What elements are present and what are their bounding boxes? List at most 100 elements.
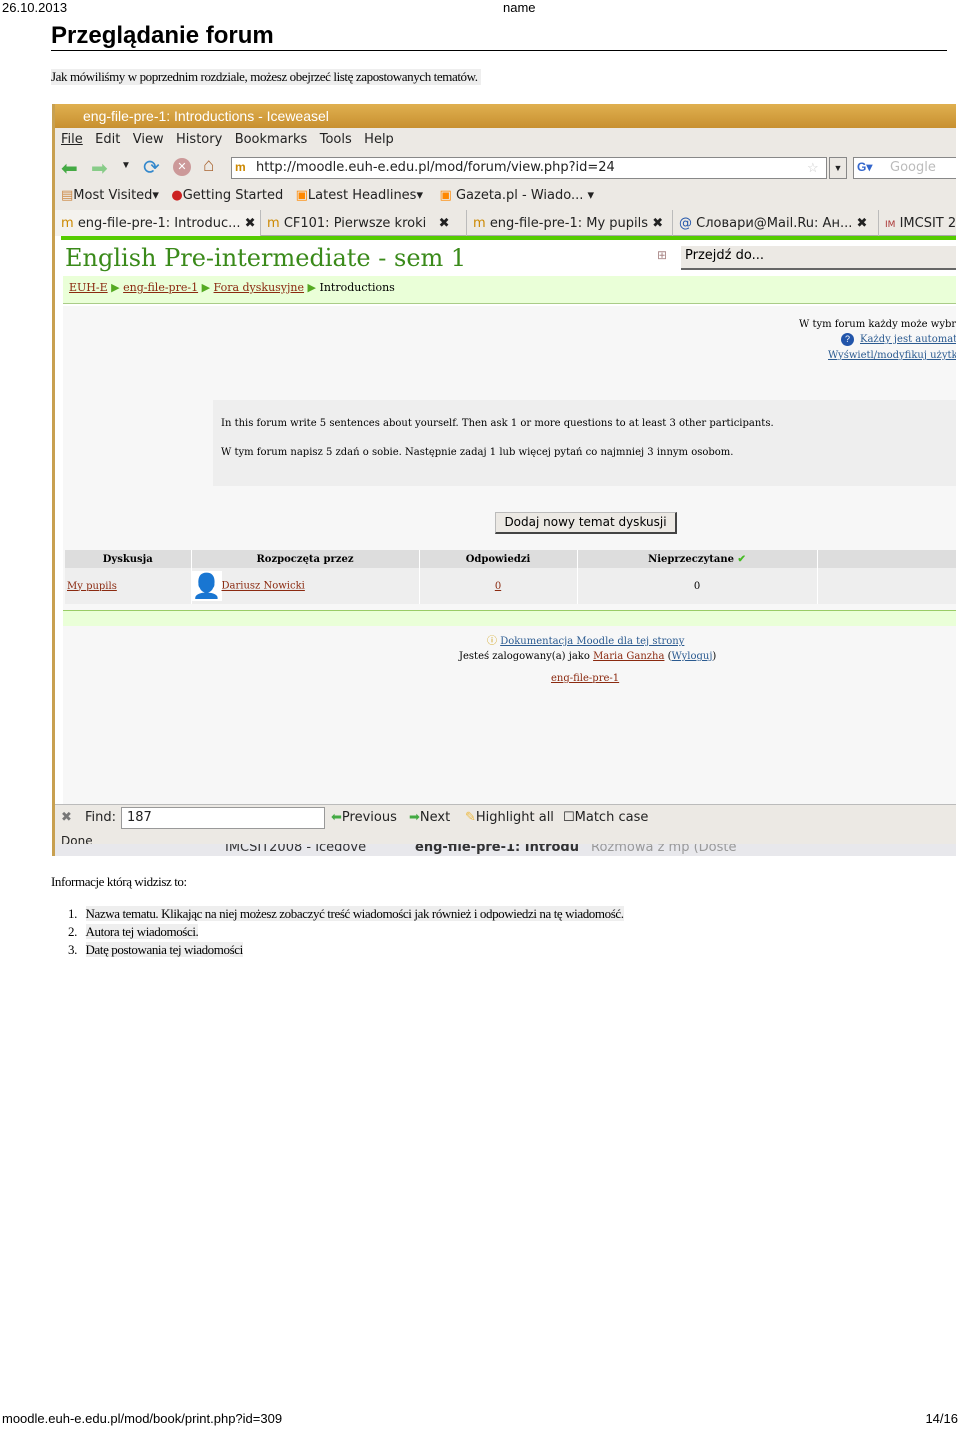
tab-cf101[interactable]: m CF101: Pierwsze kroki ✖ xyxy=(261,210,467,236)
folder-icon: ▤ xyxy=(61,188,74,203)
find-input[interactable]: 187 xyxy=(121,807,325,829)
logout-link[interactable]: Wyloguj xyxy=(672,651,713,662)
breadcrumb-euhe[interactable]: EUH-E xyxy=(69,281,108,294)
menu-help[interactable]: Help xyxy=(364,132,394,147)
arrow-icon: ▶ xyxy=(201,281,211,294)
menu-file[interactable]: File xyxy=(61,132,83,147)
breadcrumb-forums[interactable]: Fora dyskusyjne xyxy=(214,281,304,294)
close-tab-icon[interactable]: ✖ xyxy=(856,216,867,231)
tab-imcsit[interactable]: IM IMCSIT 2 xyxy=(879,210,956,236)
discussion-table: Dyskusja Rozpoczęta przez Odpowiedzi Nie… xyxy=(65,550,956,604)
arrow-icon: ▶ xyxy=(307,281,316,294)
info-icon: ⓘ xyxy=(487,636,497,647)
footer-course-link[interactable]: eng-file-pre-1 xyxy=(551,673,619,684)
at-icon: @ xyxy=(679,216,692,231)
history-dropdown-icon[interactable]: ▼ xyxy=(121,160,131,171)
match-case-checkbox[interactable]: ☐Match case xyxy=(563,810,648,825)
browser-screenshot: eng-file-pre-1: Introductions - Icewease… xyxy=(52,104,956,856)
rss-icon: ▣ xyxy=(295,188,308,203)
bookmark-gazeta[interactable]: Gazeta.pl - Wiado... xyxy=(456,188,583,203)
list-item: 2. Autora tej wiadomości. xyxy=(68,924,199,939)
logged-prefix: Jesteś zalogowany(a) jako xyxy=(459,651,590,662)
forward-icon[interactable]: ➡ xyxy=(91,156,108,181)
tab-label: Словари@Mail.Ru: Ан... xyxy=(696,216,853,231)
moodle-favicon: m xyxy=(473,216,486,231)
close-tab-icon[interactable]: ✖ xyxy=(652,216,663,231)
menu-tools[interactable]: Tools xyxy=(320,132,352,147)
jump-select[interactable]: Przejdź do... xyxy=(681,246,956,270)
url-dropdown-icon[interactable]: ▼ xyxy=(829,157,847,179)
arrow-left-icon: ⬅ xyxy=(331,810,342,825)
info-list: 1. Nazwa tematu. Klikając na niej możesz… xyxy=(68,905,624,959)
breadcrumb-course[interactable]: eng-file-pre-1 xyxy=(123,281,198,294)
discussion-link[interactable]: My pupils xyxy=(67,581,117,592)
empty-cell xyxy=(816,568,956,604)
moodle-favicon: m xyxy=(235,160,246,174)
breadcrumb: EUH-E ▶ eng-file-pre-1 ▶ Fora dyskusyjne… xyxy=(63,276,956,304)
menu-edit[interactable]: Edit xyxy=(95,132,120,147)
close-find-icon[interactable]: ✖ xyxy=(61,810,72,825)
menu-bookmarks[interactable]: Bookmarks xyxy=(235,132,308,147)
col-discussion[interactable]: Dyskusja xyxy=(65,550,191,568)
list-item: 1. Nazwa tematu. Klikając na niej możesz… xyxy=(68,906,624,921)
highlighter-icon: ✎ xyxy=(465,810,476,825)
url-text: http://moodle.euh-e.edu.pl/mod/forum/vie… xyxy=(256,160,615,175)
author-link[interactable]: Dariusz Nowicki xyxy=(222,581,305,592)
moodle-favicon: m xyxy=(267,216,280,231)
bookmark-star-icon[interactable]: ☆ xyxy=(807,160,819,176)
bookmark-getting-started[interactable]: Getting Started xyxy=(183,188,284,203)
find-previous-button[interactable]: ⬅Previous xyxy=(331,810,397,825)
url-bar[interactable]: http://moodle.euh-e.edu.pl/mod/forum/vie… xyxy=(231,157,827,179)
replies-link[interactable]: 0 xyxy=(495,581,501,592)
status-bar: Done xyxy=(55,832,956,844)
avatar[interactable]: 👤 xyxy=(191,571,222,601)
menu-view[interactable]: View xyxy=(133,132,164,147)
course-title: English Pre-intermediate - sem 1 xyxy=(65,244,467,272)
find-bar: ✖ Find: 187 ⬅Previous ➡Next ✎Highlight a… xyxy=(55,804,956,832)
reload-icon[interactable]: ⟳ xyxy=(143,155,160,180)
jump-label: Przejdź do... xyxy=(685,248,764,263)
google-engine-icon[interactable]: G▾ xyxy=(857,160,872,174)
find-next-button[interactable]: ➡Next xyxy=(409,810,450,825)
tab-label: eng-file-pre-1: My pupils xyxy=(489,216,649,231)
find-next-label: Next xyxy=(419,810,451,825)
stop-icon[interactable]: ✕ xyxy=(173,158,191,176)
highlight-all-button[interactable]: ✎Highlight all xyxy=(465,810,554,825)
bookmark-most-visited[interactable]: Most Visited xyxy=(73,188,152,203)
add-discussion-button[interactable]: Dodaj nowy temat dyskusji xyxy=(495,512,677,534)
subscription-auto-link[interactable]: Każdy jest automaty xyxy=(860,334,956,345)
menu-history[interactable]: History xyxy=(176,132,222,147)
tab-introductions[interactable]: m eng-file-pre-1: Introduc... ✖ xyxy=(55,210,261,236)
print-footer-url: moodle.euh-e.edu.pl/mod/book/print.php?i… xyxy=(2,1411,283,1426)
view-subscribers-link[interactable]: Wyświetl/modyfikuj użytko xyxy=(828,350,956,361)
close-tab-icon[interactable]: ✖ xyxy=(245,216,256,231)
col-replies[interactable]: Odpowiedzi xyxy=(418,550,577,568)
user-link[interactable]: Maria Ganzha xyxy=(593,651,664,662)
col-unread: Nieprzeczytane ✔ xyxy=(576,550,817,568)
breadcrumb-current: Introductions xyxy=(319,281,395,294)
tab-slovari[interactable]: @ Словари@Mail.Ru: Ан... ✖ xyxy=(673,210,879,236)
tab-my-pupils[interactable]: m eng-file-pre-1: My pupils ✖ xyxy=(467,210,673,236)
status-text: Done xyxy=(61,834,93,844)
list-item-text: Nazwa tematu. Klikając na niej możesz zo… xyxy=(85,906,624,921)
docs-link[interactable]: Dokumentacja Moodle dla tej strony xyxy=(500,636,684,647)
help-icon[interactable]: ? xyxy=(841,333,854,346)
search-placeholder: Google xyxy=(890,160,936,175)
col-empty xyxy=(816,550,956,568)
arrow-right-icon: ➡ xyxy=(409,810,420,825)
col-unread-label: Nieprzeczytane xyxy=(648,553,735,565)
bookmark-latest-headlines[interactable]: Latest Headlines xyxy=(308,188,417,203)
taskbar-chat[interactable]: Rozmowa z mp (Doste xyxy=(591,844,736,854)
print-page-number: 14/16 xyxy=(925,1411,958,1426)
home-icon[interactable]: ⌂ xyxy=(203,155,214,177)
taskbar-iceweasel[interactable]: eng-file-pre-1: Introdu xyxy=(415,844,579,854)
green-strip xyxy=(61,236,956,240)
title-rule xyxy=(51,50,947,51)
close-tab-icon[interactable]: ✖ xyxy=(439,216,450,231)
taskbar-icedove[interactable]: IMCSIT2008 - Icedove xyxy=(225,844,366,854)
forum-intro-box: In this forum write 5 sentences about yo… xyxy=(213,400,956,486)
firefox-icon: ● xyxy=(171,188,183,203)
list-item: 3. Datę postowania tej wiadomości xyxy=(68,942,243,957)
arrow-icon: ▶ xyxy=(111,281,120,294)
back-icon[interactable]: ⬅ xyxy=(61,156,78,181)
